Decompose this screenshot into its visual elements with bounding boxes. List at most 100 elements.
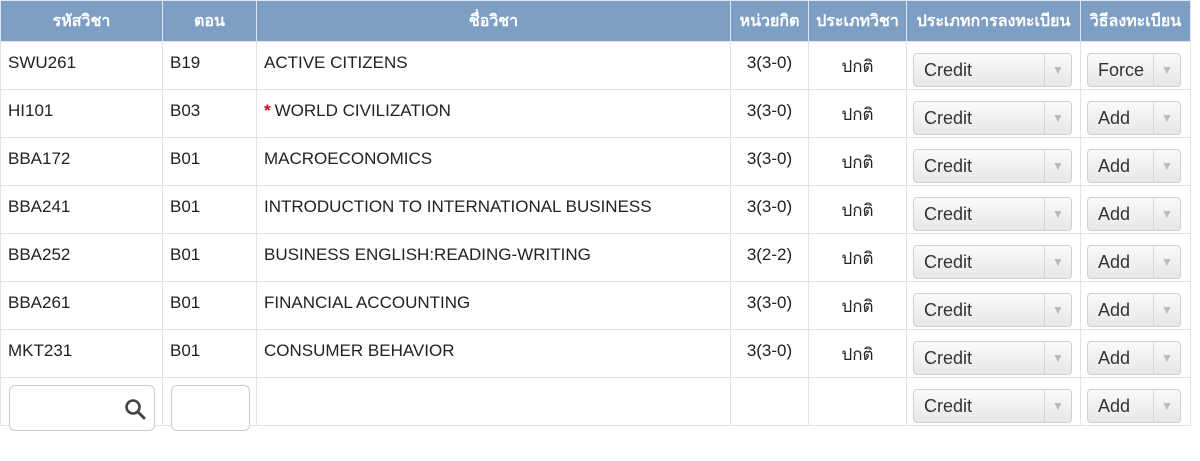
credits-cell: 3(3-0) — [730, 89, 809, 138]
course-name-cell: FINANCIAL ACCOUNTING — [256, 281, 731, 330]
credits-cell: 3(3-0) — [730, 329, 809, 378]
section-cell: B19 — [162, 41, 257, 90]
registration-method-select[interactable]: Add ▼ — [1087, 197, 1181, 231]
credits: 3(3-0) — [746, 197, 793, 216]
registration-method-value: Add — [1098, 299, 1131, 320]
registration-type-value: Credit — [924, 299, 973, 320]
table-row: BBA172 B01 MACROECONOMICS 3(3-0) ปกติ Credit ▼… — [0, 137, 1191, 186]
registration-method-value: Add — [1098, 107, 1131, 128]
registration-type-select[interactable]: Credit ▼ — [913, 197, 1072, 231]
course-code-cell: MKT231 — [0, 329, 163, 378]
registration-method-cell: Add ▼ — [1080, 185, 1191, 234]
course-type: ปกติ — [841, 153, 874, 173]
course-type-cell: ปกติ — [808, 281, 907, 330]
course-code-cell: BBA241 — [0, 185, 163, 234]
course-code: BBA261 — [8, 293, 71, 312]
course-code-cell: HI101 — [0, 89, 163, 138]
table-body: SWU261 B19 ACTIVE CITIZENS 3(3-0) ปกติ Credit… — [0, 41, 1191, 378]
course-name: INTRODUCTION TO INTERNATIONAL BUSINESS — [264, 197, 652, 216]
registration-type-select[interactable]: Credit ▼ — [913, 389, 1072, 423]
registration-type-value: Credit — [924, 395, 973, 416]
section-number: B01 — [170, 245, 201, 264]
course-type-cell: ปกติ — [808, 89, 907, 138]
chevron-down-icon: ▼ — [1044, 102, 1071, 134]
registration-method-select[interactable]: Add ▼ — [1087, 389, 1181, 423]
registration-method-value: Add — [1098, 347, 1131, 368]
registration-method-select[interactable]: Force ▼ — [1087, 53, 1181, 87]
chevron-down-icon: ▼ — [1153, 54, 1180, 86]
table-row: MKT231 B01 CONSUMER BEHAVIOR 3(3-0) ปกติ Cred… — [0, 329, 1191, 378]
credits: 3(2-2) — [746, 245, 793, 264]
registration-type-select[interactable]: Credit ▼ — [913, 53, 1072, 87]
course-type: ปกติ — [841, 201, 874, 221]
section-number: B01 — [170, 149, 201, 168]
required-mark: * — [264, 101, 271, 120]
course-type: ปกติ — [841, 105, 874, 125]
chevron-down-icon: ▼ — [1153, 150, 1180, 182]
credits: 3(3-0) — [746, 53, 793, 72]
section-number: B01 — [170, 341, 201, 360]
credits-cell: 3(3-0) — [730, 41, 809, 90]
chevron-down-icon: ▼ — [1153, 390, 1180, 422]
registration-type-select[interactable]: Credit ▼ — [913, 245, 1072, 279]
course-name: WORLD CIVILIZATION — [274, 101, 451, 120]
credits: 3(3-0) — [746, 149, 793, 168]
section-number: B01 — [170, 293, 201, 312]
registration-type-select[interactable]: Credit ▼ — [913, 149, 1072, 183]
course-type: ปกติ — [841, 345, 874, 365]
registration-method-value: Add — [1098, 395, 1131, 416]
chevron-down-icon: ▼ — [1044, 198, 1071, 230]
section-cell: B01 — [162, 137, 257, 186]
course-name-cell: INTRODUCTION TO INTERNATIONAL BUSINESS — [256, 185, 731, 234]
table-row: BBA241 B01 INTRODUCTION TO INTERNATIONAL B… — [0, 185, 1191, 234]
section-cell: B01 — [162, 185, 257, 234]
registration-method-select[interactable]: Add ▼ — [1087, 149, 1181, 183]
section-number: B19 — [170, 53, 201, 72]
registration-method-select[interactable]: Add ▼ — [1087, 293, 1181, 327]
credits: 3(3-0) — [746, 293, 793, 312]
registration-method-cell: Add ▼ — [1080, 233, 1191, 282]
search-icon[interactable] — [124, 398, 146, 420]
course-code-search-input[interactable] — [9, 385, 155, 431]
section-cell: B01 — [162, 329, 257, 378]
registration-method-select[interactable]: Add ▼ — [1087, 101, 1181, 135]
header-course-name: ชื่อวิชา — [256, 0, 731, 42]
registration-method-cell: Add ▼ — [1080, 89, 1191, 138]
registration-type-value: Credit — [924, 203, 973, 224]
registration-method-select[interactable]: Add ▼ — [1087, 245, 1181, 279]
registration-method-value: Add — [1098, 251, 1131, 272]
registration-method-select[interactable]: Add ▼ — [1087, 341, 1181, 375]
chevron-down-icon: ▼ — [1044, 54, 1071, 86]
course-type: ปกติ — [841, 57, 874, 77]
section-input[interactable] — [171, 385, 250, 431]
registration-type-cell: Credit ▼ — [906, 89, 1081, 138]
registration-type-select[interactable]: Credit ▼ — [913, 101, 1072, 135]
table-row: BBA252 B01 BUSINESS ENGLISH:READING-WRITIN… — [0, 233, 1191, 282]
registration-type-select[interactable]: Credit ▼ — [913, 293, 1072, 327]
registration-table-container: รหัสวิชา ตอน ชื่อวิชา หน่วยกิต ประเภทวิช… — [0, 0, 1191, 431]
new-section-cell — [162, 377, 257, 431]
table-row: SWU261 B19 ACTIVE CITIZENS 3(3-0) ปกติ Credit… — [0, 41, 1191, 90]
registration-type-cell: Credit ▼ — [906, 185, 1081, 234]
credits-cell: 3(3-0) — [730, 137, 809, 186]
registration-method-value: Add — [1098, 155, 1131, 176]
header-registration-method: วิธีลงทะเบียน — [1080, 0, 1191, 42]
course-code-cell: BBA261 — [0, 281, 163, 330]
course-code-cell: SWU261 — [0, 41, 163, 90]
table-row: HI101 B03 * WORLD CIVILIZATION 3(3-0) ปกติ Cre… — [0, 89, 1191, 138]
registration-type-value: Credit — [924, 107, 973, 128]
registration-type-value: Credit — [924, 155, 973, 176]
chevron-down-icon: ▼ — [1153, 102, 1180, 134]
course-code-cell: BBA252 — [0, 233, 163, 282]
course-name-cell: CONSUMER BEHAVIOR — [256, 329, 731, 378]
course-code: BBA241 — [8, 197, 71, 216]
chevron-down-icon: ▼ — [1044, 342, 1071, 374]
credits: 3(3-0) — [746, 341, 793, 360]
section-cell: B01 — [162, 233, 257, 282]
credits-cell: 3(3-0) — [730, 185, 809, 234]
header-course-code: รหัสวิชา — [0, 0, 163, 42]
course-registration-table: รหัสวิชา ตอน ชื่อวิชา หน่วยกิต ประเภทวิช… — [0, 0, 1191, 431]
registration-type-select[interactable]: Credit ▼ — [913, 341, 1072, 375]
registration-method-cell: Add ▼ — [1080, 137, 1191, 186]
course-type: ปกติ — [841, 297, 874, 317]
